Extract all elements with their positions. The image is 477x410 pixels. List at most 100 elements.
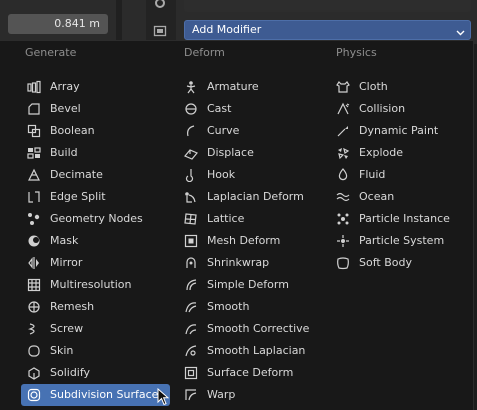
- menu-item-edge-split[interactable]: Edge Split: [21, 186, 170, 208]
- menu-item-shrinkwrap[interactable]: Shrinkwrap: [178, 252, 328, 274]
- laplacian-deform-icon: [184, 190, 198, 204]
- menu-item-geometry-nodes[interactable]: Geometry Nodes: [21, 208, 170, 230]
- menu-item-collision[interactable]: Collision: [330, 98, 470, 120]
- smooth-icon: [184, 300, 198, 314]
- bevel-icon: [27, 102, 41, 116]
- menu-item-armature[interactable]: Armature: [178, 76, 328, 98]
- displace-icon: [184, 146, 198, 160]
- menu-item-label: Remesh: [50, 300, 95, 313]
- particle-system-icon: [336, 234, 350, 248]
- edge-split-icon: [27, 190, 41, 204]
- mirror-icon: [27, 256, 41, 270]
- menu-item-mask[interactable]: Mask: [21, 230, 170, 252]
- menu-item-label: Bevel: [50, 102, 81, 115]
- chevron-down-icon: [456, 25, 465, 36]
- menu-item-label: Dynamic Paint: [359, 124, 439, 137]
- menu-item-particle-system[interactable]: Particle System: [330, 230, 470, 252]
- menu-item-label: Decimate: [50, 168, 103, 181]
- menu-item-skin[interactable]: Skin: [21, 340, 170, 362]
- menu-item-label: Smooth: [207, 300, 250, 313]
- scrollbar[interactable]: [116, 0, 122, 44]
- add-modifier-menu: Generate Deform Physics Array Bevel Boolea…: [0, 40, 474, 410]
- menu-item-label: Boolean: [50, 124, 95, 137]
- mouse-cursor-icon: [157, 387, 170, 406]
- menu-item-surface-deform[interactable]: Surface Deform: [178, 362, 328, 384]
- menu-item-remesh[interactable]: Remesh: [21, 296, 170, 318]
- menu-item-displace[interactable]: Displace: [178, 142, 328, 164]
- menu-item-solidify[interactable]: Solidify: [21, 362, 170, 384]
- collision-icon: [336, 102, 350, 116]
- menu-item-array[interactable]: Array: [21, 76, 170, 98]
- menu-item-curve[interactable]: Curve: [178, 120, 328, 142]
- menu-item-label: Particle System: [359, 234, 445, 247]
- menu-item-label: Explode: [359, 146, 403, 159]
- menu-item-mirror[interactable]: Mirror: [21, 252, 170, 274]
- smooth-laplacian-icon: [184, 344, 198, 358]
- dynamic-paint-icon: [336, 124, 350, 138]
- menu-item-screw[interactable]: Screw: [21, 318, 170, 340]
- menu-item-label: Build: [50, 146, 78, 159]
- menu-item-smooth-laplacian[interactable]: Smooth Laplacian: [178, 340, 328, 362]
- gear-icon[interactable]: [153, 0, 167, 10]
- menu-item-cloth[interactable]: Cloth: [330, 76, 470, 98]
- menu-item-label: Shrinkwrap: [207, 256, 270, 269]
- menu-item-label: Soft Body: [359, 256, 412, 269]
- menu-item-build[interactable]: Build: [21, 142, 170, 164]
- warp-icon: [184, 388, 198, 402]
- cloth-icon: [336, 80, 350, 94]
- menu-item-label: Geometry Nodes: [50, 212, 143, 225]
- menu-item-subdivision-surface[interactable]: Subdivision Surface: [21, 384, 170, 406]
- menu-item-soft-body[interactable]: Soft Body: [330, 252, 470, 274]
- menu-item-multiresolution[interactable]: Multiresolution: [21, 274, 170, 296]
- menu-item-fluid[interactable]: Fluid: [330, 164, 470, 186]
- shrinkwrap-icon: [184, 256, 198, 270]
- lattice-icon: [184, 212, 198, 226]
- multiresolution-icon: [27, 278, 41, 292]
- menu-item-label: Cast: [207, 102, 232, 115]
- menu-item-dynamic-paint[interactable]: Dynamic Paint: [330, 120, 470, 142]
- menu-item-label: Mirror: [50, 256, 83, 269]
- curve-icon: [184, 124, 198, 138]
- explode-icon: [336, 146, 350, 160]
- menu-item-ocean[interactable]: Ocean: [330, 186, 470, 208]
- menu-item-label: Collision: [359, 102, 406, 115]
- menu-item-label: Ocean: [359, 190, 395, 203]
- menu-item-smooth[interactable]: Smooth: [178, 296, 328, 318]
- deform-heading: Deform: [184, 46, 225, 59]
- generate-heading: Generate: [25, 46, 77, 59]
- menu-item-lattice[interactable]: Lattice: [178, 208, 328, 230]
- add-modifier-button[interactable]: Add Modifier: [184, 20, 471, 40]
- subdivision-surface-icon: [27, 388, 41, 402]
- menu-item-decimate[interactable]: Decimate: [21, 164, 170, 186]
- menu-item-label: Cloth: [359, 80, 388, 93]
- menu-item-warp[interactable]: Warp: [178, 384, 328, 406]
- build-icon: [27, 146, 41, 160]
- menu-item-label: Hook: [207, 168, 236, 181]
- add-modifier-label: Add Modifier: [192, 23, 262, 36]
- menu-item-label: Simple Deform: [207, 278, 289, 291]
- menu-item-smooth-corrective[interactable]: Smooth Corrective: [178, 318, 328, 340]
- menu-item-label: Particle Instance: [359, 212, 450, 225]
- mask-icon: [27, 234, 41, 248]
- menu-item-hook[interactable]: Hook: [178, 164, 328, 186]
- menu-item-label: Lattice: [207, 212, 245, 225]
- menu-item-label: Edge Split: [50, 190, 106, 203]
- particle-instance-icon: [336, 212, 350, 226]
- menu-item-simple-deform[interactable]: Simple Deform: [178, 274, 328, 296]
- cast-icon: [184, 102, 198, 116]
- menu-item-boolean[interactable]: Boolean: [21, 120, 170, 142]
- menu-item-explode[interactable]: Explode: [330, 142, 470, 164]
- menu-item-bevel[interactable]: Bevel: [21, 98, 170, 120]
- menu-item-mesh-deform[interactable]: Mesh Deform: [178, 230, 328, 252]
- menu-item-cast[interactable]: Cast: [178, 98, 328, 120]
- menu-item-label: Array: [50, 80, 80, 93]
- armature-icon: [184, 80, 198, 94]
- solidify-icon: [27, 366, 41, 380]
- menu-item-laplacian-deform[interactable]: Laplacian Deform: [178, 186, 328, 208]
- menu-item-particle-instance[interactable]: Particle Instance: [330, 208, 470, 230]
- dimension-value-field[interactable]: 0.841 m: [8, 14, 108, 34]
- object-data-icon[interactable]: [153, 24, 167, 38]
- menu-item-label: Mask: [50, 234, 79, 247]
- geometry-nodes-icon: [27, 212, 41, 226]
- physics-heading: Physics: [336, 46, 377, 59]
